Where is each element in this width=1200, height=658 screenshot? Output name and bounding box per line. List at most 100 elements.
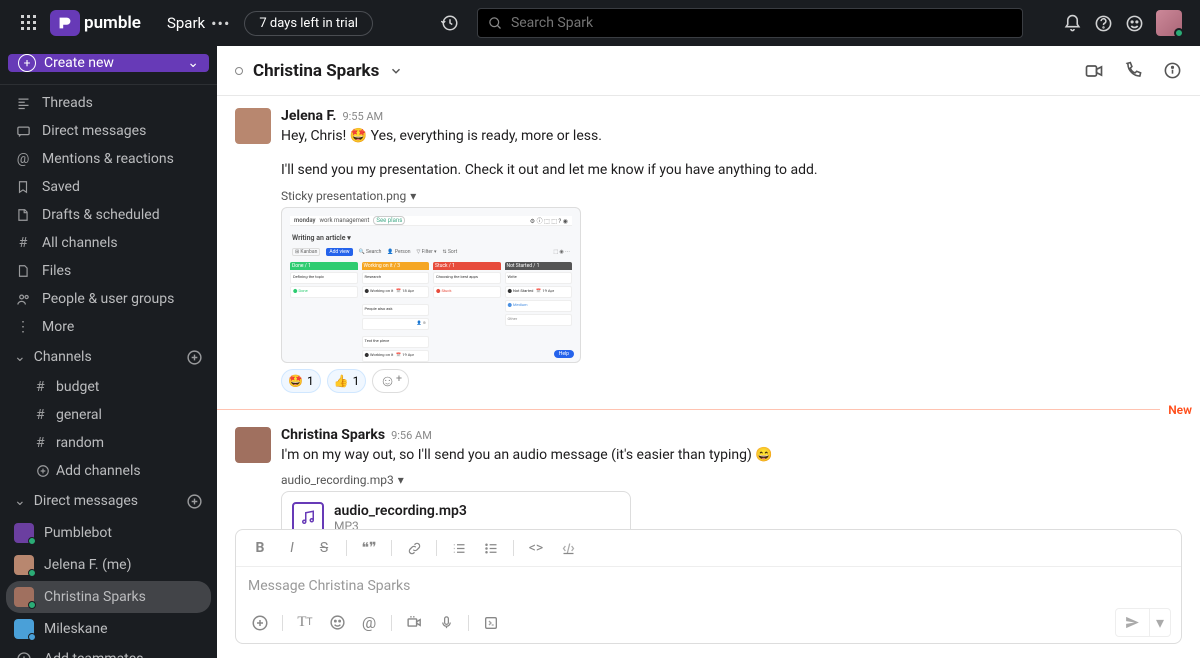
message-text: I'm on my way out, so I'll send you an a… (281, 445, 1182, 465)
mention-button[interactable]: @ (355, 611, 383, 635)
chevron-down-icon[interactable] (389, 64, 403, 78)
video-call-icon[interactable] (1084, 61, 1104, 81)
strike-button[interactable]: S (310, 536, 338, 560)
shortcut-button[interactable] (477, 611, 505, 635)
attachment-toolbar: TT @ ▾ (236, 602, 1181, 643)
message-list: Jelena F. 9:55 AM Hey, Chris! 🤩 Yes, eve… (217, 96, 1200, 529)
message-text: I'll send you my presentation. Check it … (281, 160, 1182, 180)
nav-more[interactable]: ⋮More (0, 313, 217, 341)
add-channel-icon[interactable] (186, 349, 203, 366)
message-time: 9:56 AM (391, 429, 432, 442)
avatar[interactable] (235, 427, 271, 463)
chevron-down-icon[interactable]: ▾ (398, 473, 404, 487)
history-icon[interactable] (433, 14, 467, 32)
draft-icon (14, 208, 32, 222)
code-button[interactable]: <> (522, 536, 550, 560)
chevron-down-icon: ⌄ (14, 493, 26, 509)
italic-button[interactable]: I (278, 536, 306, 560)
reactions: 🤩1 👍1 ☺⁺ (281, 369, 1182, 393)
message-text: Hey, Chris! 🤩 Yes, everything is ready, … (281, 126, 1182, 146)
nav-mentions[interactable]: @Mentions & reactions (0, 145, 217, 173)
search-input[interactable] (511, 15, 1012, 31)
status-online-icon (1174, 28, 1184, 38)
plus-icon (14, 651, 34, 658)
workspace-name[interactable]: Spark (167, 14, 205, 32)
avatar (14, 619, 34, 639)
nav-threads[interactable]: Threads (0, 89, 217, 117)
file-icon (14, 264, 32, 278)
hash-icon: # (14, 235, 32, 251)
sidebar: + Create new ⌄ Threads Direct messages @… (0, 46, 217, 658)
dm-mileskane[interactable]: Mileskane (0, 613, 217, 645)
info-icon[interactable] (1163, 61, 1182, 81)
avatar[interactable] (235, 108, 271, 144)
user-avatar[interactable] (1156, 10, 1182, 36)
nav-files[interactable]: Files (0, 257, 217, 285)
channel-random[interactable]: #random (0, 429, 217, 457)
phone-call-icon[interactable] (1124, 61, 1143, 81)
search-bar[interactable] (477, 8, 1023, 38)
nav-drafts[interactable]: Drafts & scheduled (0, 201, 217, 229)
message-author[interactable]: Christina Sparks (281, 427, 385, 443)
message-input[interactable] (248, 578, 1169, 594)
send-group: ▾ (1115, 608, 1171, 637)
create-new-label: Create new (44, 55, 114, 71)
trial-badge[interactable]: 7 days left in trial (244, 11, 373, 36)
bookmark-icon (14, 180, 32, 194)
add-reaction-icon[interactable]: ☺⁺ (372, 369, 409, 393)
dm-pumblebot[interactable]: Pumblebot (0, 517, 217, 549)
attachment-name[interactable]: Sticky presentation.png▾ (281, 189, 1182, 203)
nav-direct-messages[interactable]: Direct messages (0, 117, 217, 145)
message: Christina Sparks 9:56 AM I'm on my way o… (217, 423, 1200, 529)
add-dm-icon[interactable] (186, 493, 203, 510)
link-button[interactable] (400, 536, 428, 560)
avatar (14, 555, 34, 575)
channels-section-header[interactable]: ⌄ Channels (0, 341, 217, 373)
attachment-preview[interactable]: monday work management See plans⚙ ⓘ ⬚ ⬚ … (281, 207, 581, 363)
message-author[interactable]: Jelena F. (281, 108, 336, 124)
audio-file-icon (292, 502, 324, 529)
create-new-button[interactable]: + Create new ⌄ (8, 54, 209, 72)
emoji-picker-button[interactable] (323, 611, 351, 635)
video-record-button[interactable] (400, 611, 428, 635)
chevron-down-icon[interactable]: ▾ (410, 189, 416, 203)
send-options-button[interactable]: ▾ (1149, 609, 1170, 636)
status-dot-icon (28, 569, 36, 577)
bold-button[interactable]: B (246, 536, 274, 560)
notifications-icon[interactable] (1063, 14, 1082, 33)
dm-jelena[interactable]: Jelena F. (me) (0, 549, 217, 581)
chat-title[interactable]: Christina Sparks (253, 61, 379, 81)
app-logo[interactable] (50, 10, 80, 36)
composer-area: B I S ❝❞ <> (217, 529, 1200, 658)
text-format-button[interactable]: TT (291, 611, 319, 635)
dm-christina[interactable]: Christina Sparks (6, 581, 211, 613)
ordered-list-button[interactable] (445, 536, 473, 560)
people-icon (14, 292, 32, 307)
audio-record-button[interactable] (432, 611, 460, 635)
topbar: pumble Spark ••• 7 days left in trial (0, 0, 1200, 46)
channel-budget[interactable]: #budget (0, 373, 217, 401)
add-teammates[interactable]: Add teammates (0, 645, 217, 658)
send-button[interactable] (1116, 610, 1149, 635)
dm-section-header[interactable]: ⌄ Direct messages (0, 485, 217, 517)
channel-general[interactable]: #general (0, 401, 217, 429)
audio-filename: audio_recording.mp3 (334, 503, 467, 519)
nav-saved[interactable]: Saved (0, 173, 217, 201)
chat-header: Christina Sparks (217, 46, 1200, 96)
attachment-name[interactable]: audio_recording.mp3▾ (281, 473, 1182, 487)
apps-grid-icon[interactable] (12, 6, 46, 40)
status-dot-icon (28, 633, 36, 641)
codeblock-button[interactable] (554, 536, 582, 560)
bullet-list-button[interactable] (477, 536, 505, 560)
quote-button[interactable]: ❝❞ (355, 536, 383, 560)
nav-all-channels[interactable]: #All channels (0, 229, 217, 257)
add-channels[interactable]: Add channels (0, 457, 217, 485)
add-attachment-button[interactable] (246, 611, 274, 635)
reaction[interactable]: 👍1 (327, 369, 367, 393)
workspace-menu-icon[interactable]: ••• (211, 14, 230, 33)
nav-people[interactable]: People & user groups (0, 285, 217, 313)
audio-attachment: audio_recording.mp3 MP3 0:00/1:12 1x (281, 491, 631, 529)
help-icon[interactable] (1094, 14, 1113, 33)
emoji-icon[interactable] (1125, 14, 1144, 33)
reaction[interactable]: 🤩1 (281, 369, 321, 393)
